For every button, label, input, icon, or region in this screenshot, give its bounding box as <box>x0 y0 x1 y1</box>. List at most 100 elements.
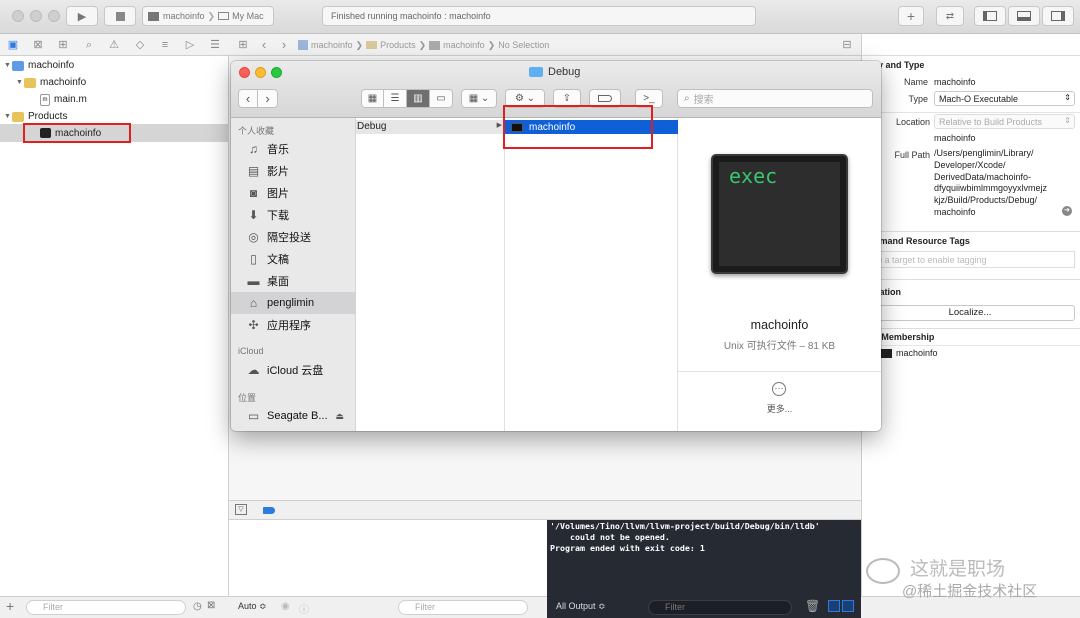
auto-variables-select[interactable]: Auto ≎ <box>238 601 267 612</box>
location-select[interactable]: Relative to Build Products ⇕ <box>934 114 1075 129</box>
breadcrumb-item[interactable]: machoinfo <box>443 40 485 50</box>
add-file-icon[interactable]: + <box>6 598 14 614</box>
zoom-window-button[interactable] <box>48 10 60 22</box>
console-output[interactable]: '/Volumes/Tino/llvm/llvm-project/build/D… <box>547 520 861 596</box>
tree-row-folder[interactable]: ▼ machoinfo <box>0 74 229 91</box>
activity-status: Finished running machoinfo : machoinfo <box>322 6 756 26</box>
test-navigator-icon[interactable]: ◇ <box>133 38 147 52</box>
tree-row-project[interactable]: ▼ machoinfo <box>0 57 229 74</box>
gallery-view-button[interactable]: ▭ <box>430 89 453 108</box>
column-item-debug[interactable]: Debug ▶ <box>356 120 505 134</box>
eject-icon[interactable]: ⏏ <box>336 411 345 422</box>
sidebar-item-airdrop[interactable]: ◎ 隔空投送 <box>231 226 356 248</box>
more-icon[interactable]: ··· <box>772 382 786 396</box>
run-button[interactable]: ▶ <box>66 6 98 26</box>
symbol-navigator-icon[interactable]: ⊞ <box>56 38 70 52</box>
sidebar-item-movies[interactable]: ▤ 影片 <box>231 160 356 182</box>
sidebar-item-home-selected[interactable]: ⌂ penglimin <box>231 292 356 314</box>
folder-navigator-icon[interactable]: ▣ <box>6 38 20 52</box>
play-icon: ▶ <box>77 10 87 23</box>
chevron-right-icon: › <box>265 91 270 106</box>
tree-row-file[interactable]: m main.m <box>0 91 229 108</box>
split-editor-icon[interactable]: ⊟ <box>840 38 854 52</box>
toggle-inspector-button[interactable] <box>1042 6 1074 26</box>
report-navigator-icon[interactable]: ☰ <box>208 38 222 52</box>
apps-icon: ✣ <box>248 318 259 332</box>
finder-preview: exec machoinfo Unix 可执行文件 – 81 KB ··· 更多… <box>678 118 881 431</box>
forward-icon[interactable]: › <box>277 38 291 52</box>
toggle-navigator-button[interactable] <box>974 6 1006 26</box>
info-icon[interactable]: ⓘ <box>299 601 309 616</box>
source-control-icon[interactable]: ⊠ <box>31 38 45 52</box>
minimize-window-button[interactable] <box>30 10 42 22</box>
name-value[interactable]: machoinfo <box>934 77 976 87</box>
search-icon[interactable]: ⌕ <box>82 38 96 52</box>
finder-minimize-button[interactable] <box>255 67 266 78</box>
breadcrumb-item[interactable]: machoinfo <box>311 40 353 50</box>
sidebar-item-applications[interactable]: ✣ 应用程序 <box>231 314 356 336</box>
cloud-icon: ☁ <box>247 363 260 377</box>
more-button[interactable]: 更多... <box>678 402 881 415</box>
scm-filter-icon[interactable]: ⊠ <box>207 600 215 611</box>
sidebar-item-drive[interactable]: ▭ Seagate B... ⏏ <box>231 405 356 427</box>
target-row[interactable]: machoinfo <box>880 348 938 358</box>
search-placeholder: 搜索 <box>693 95 714 106</box>
finder-search-field[interactable]: ⌕ 搜索 <box>677 89 873 108</box>
quick-look-icon[interactable]: ◉ <box>281 601 290 612</box>
toggle-debug-area-button[interactable] <box>1008 6 1040 26</box>
sidebar-item-downloads[interactable]: ⬇ 下载 <box>231 204 356 226</box>
sidebar-item-documents[interactable]: ▯ 文稿 <box>231 248 356 270</box>
scheme-selector[interactable]: machoinfo ❯ My Mac <box>142 6 274 26</box>
back-button[interactable]: ‹ <box>238 89 258 108</box>
disclosure-open-icon[interactable]: ▼ <box>4 113 12 120</box>
output-select[interactable]: All Output ≎ <box>556 601 606 612</box>
forward-button[interactable]: › <box>258 89 278 108</box>
column-view-button[interactable]: ▥ <box>407 89 430 108</box>
navigator-filter-input[interactable]: Filter <box>26 600 186 615</box>
breadcrumb-item[interactable]: No Selection <box>498 40 549 50</box>
preview-kind: Unix 可执行文件 – 81 KB <box>723 341 836 352</box>
reveal-in-finder-icon[interactable]: ➜ <box>1062 206 1072 216</box>
trash-icon[interactable]: 🗑 <box>805 599 820 613</box>
localize-button[interactable]: Localize... <box>865 305 1075 321</box>
breadcrumb-item[interactable]: Products <box>380 40 416 50</box>
close-window-button[interactable] <box>12 10 24 22</box>
path-line: kjz/Build/Products/Debug/ <box>934 195 1038 206</box>
icon-view-button[interactable]: ▦ <box>361 89 384 108</box>
breakpoint-navigator-icon[interactable]: ▷ <box>183 38 197 52</box>
sidebar-item-music[interactable]: ♫ 音乐 <box>231 138 356 160</box>
project-icon <box>12 60 24 71</box>
sidebar-label: iCloud 云盘 <box>267 365 324 377</box>
issue-navigator-icon[interactable]: ⚠ <box>107 38 121 52</box>
console-view-toggle-icon[interactable] <box>842 600 854 612</box>
recent-files-icon[interactable]: ◷ <box>193 601 202 612</box>
disclosure-open-icon[interactable]: ▼ <box>16 79 24 86</box>
disclosure-open-icon[interactable]: ▼ <box>4 62 12 69</box>
app-icon <box>148 11 159 21</box>
download-icon: ⬇ <box>248 208 259 222</box>
variables-filter-input[interactable]: Filter <box>398 600 528 615</box>
debug-navigator-icon[interactable]: ≡ <box>158 38 172 52</box>
hide-debug-icon[interactable]: ▽ <box>235 504 247 515</box>
project-navigator: ▼ machoinfo ▼ machoinfo m main.m ▼ Produ… <box>0 56 229 596</box>
console-filter-input[interactable]: Filter <box>648 600 792 615</box>
stop-button[interactable] <box>104 6 136 26</box>
type-select[interactable]: Mach-O Executable ⇕ <box>934 91 1075 106</box>
finder-zoom-button[interactable] <box>271 67 282 78</box>
code-review-button[interactable]: ⇄ <box>936 6 964 26</box>
group-button[interactable]: ▦ ⌄ <box>461 89 497 108</box>
related-items-icon[interactable]: ⊞ <box>236 38 250 52</box>
sidebar-item-desktop[interactable]: ▬ 桌面 <box>231 270 356 292</box>
sidebar-label: 桌面 <box>267 276 289 288</box>
back-icon[interactable]: ‹ <box>257 38 271 52</box>
wechat-logo-icon <box>866 558 900 584</box>
sidebar-item-icloud-drive[interactable]: ☁ iCloud 云盘 <box>231 359 356 381</box>
finder-close-button[interactable] <box>239 67 250 78</box>
breakpoints-toggle-icon[interactable] <box>263 507 275 514</box>
library-button[interactable]: + <box>898 6 924 26</box>
list-view-button[interactable]: ☰ <box>384 89 407 108</box>
sidebar-label: 应用程序 <box>267 320 311 332</box>
odr-tags-field[interactable]: Add to a target to enable tagging <box>865 251 1075 268</box>
variables-view-toggle-icon[interactable] <box>828 600 840 612</box>
sidebar-item-pictures[interactable]: ◙ 图片 <box>231 182 356 204</box>
